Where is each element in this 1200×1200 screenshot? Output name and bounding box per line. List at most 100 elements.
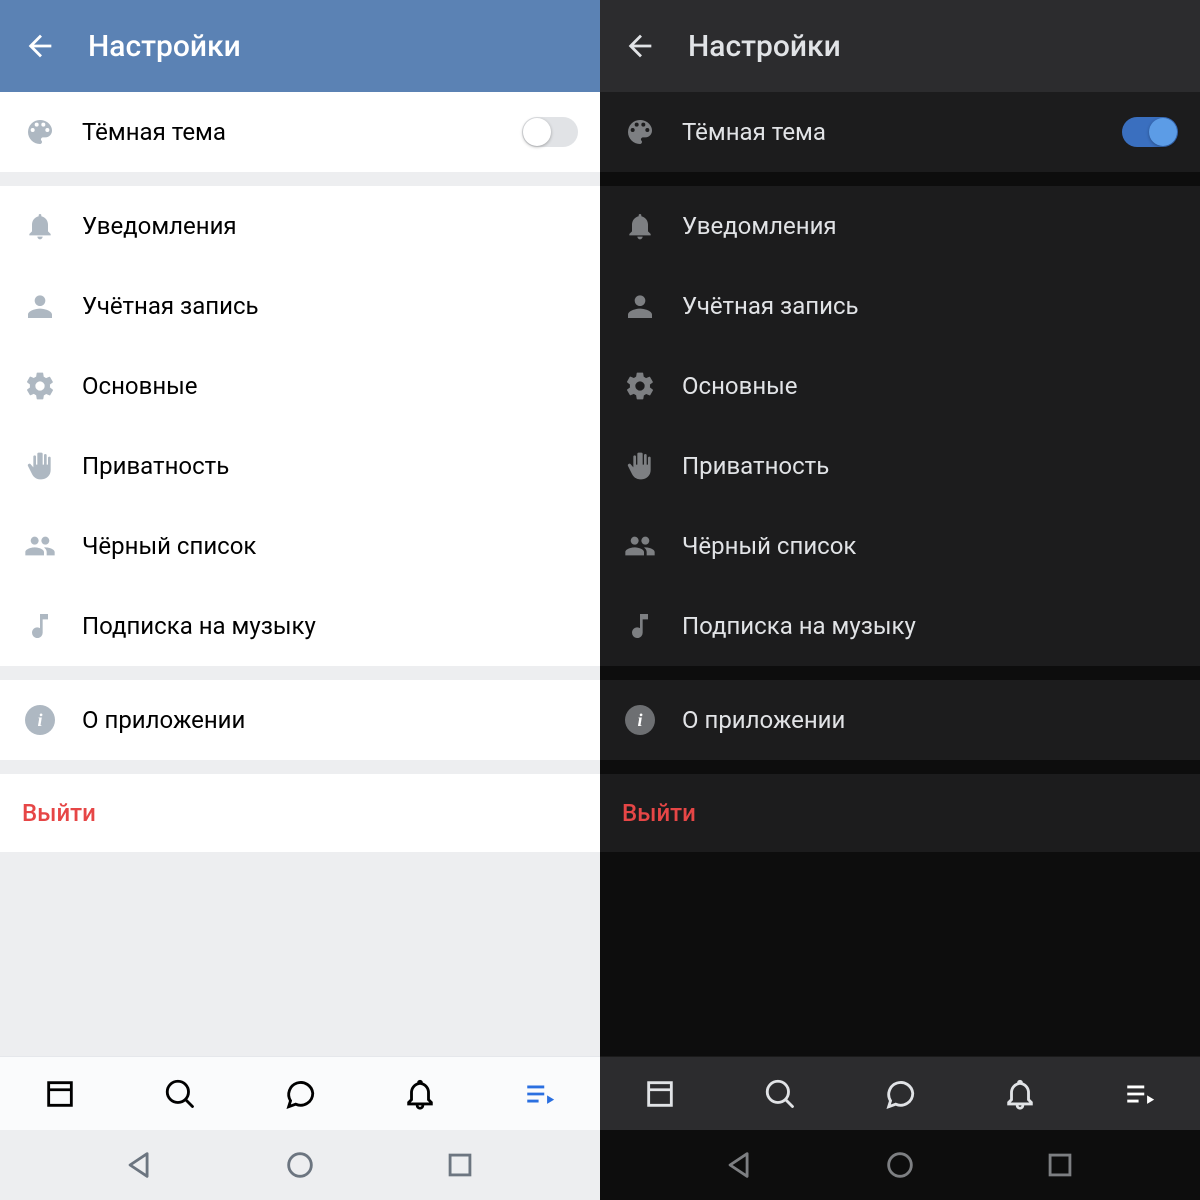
blacklist-label: Чёрный список <box>82 532 578 560</box>
privacy-row[interactable]: Приватность <box>600 426 1200 506</box>
menu-play-icon <box>1123 1077 1157 1111</box>
dark-theme-toggle[interactable] <box>1122 117 1178 147</box>
gear-icon <box>22 368 58 404</box>
notifications-row[interactable]: Уведомления <box>600 186 1200 266</box>
system-nav-bar <box>0 1130 600 1200</box>
music-icon <box>22 608 58 644</box>
account-row[interactable]: Учётная запись <box>0 266 600 346</box>
appbar: Настройки <box>0 0 600 92</box>
android-home[interactable] <box>878 1143 922 1187</box>
spacer <box>600 852 1200 1056</box>
feed-icon <box>43 1077 77 1111</box>
tab-menu[interactable] <box>1118 1072 1162 1116</box>
bell-outline-icon <box>1003 1077 1037 1111</box>
settings-panel-dark: Настройки Тёмная тема Уведомления Учётна… <box>600 0 1200 1200</box>
chat-icon <box>883 1077 917 1111</box>
privacy-label: Приватность <box>682 452 1178 480</box>
back-arrow-icon <box>623 29 657 63</box>
tab-messages[interactable] <box>278 1072 322 1116</box>
tab-search[interactable] <box>758 1072 802 1116</box>
notifications-label: Уведомления <box>82 212 578 240</box>
section-divider <box>600 172 1200 186</box>
music-label: Подписка на музыку <box>82 612 578 640</box>
back-button[interactable] <box>620 26 660 66</box>
dark-theme-label: Тёмная тема <box>82 118 498 146</box>
bell-icon <box>622 208 658 244</box>
section-divider <box>0 666 600 680</box>
tab-search[interactable] <box>158 1072 202 1116</box>
dark-theme-row[interactable]: Тёмная тема <box>600 92 1200 172</box>
back-button[interactable] <box>20 26 60 66</box>
blacklist-row[interactable]: Чёрный список <box>0 506 600 586</box>
notifications-row[interactable]: Уведомления <box>0 186 600 266</box>
general-row[interactable]: Основные <box>0 346 600 426</box>
settings-panel-light: Настройки Тёмная тема Уведомления Учётна… <box>0 0 600 1200</box>
bottom-tab-bar <box>600 1056 1200 1130</box>
tab-notifications[interactable] <box>398 1072 442 1116</box>
about-row[interactable]: i О приложении <box>0 680 600 760</box>
theme-section: Тёмная тема <box>600 92 1200 172</box>
search-icon <box>763 1077 797 1111</box>
account-label: Учётная запись <box>82 292 578 320</box>
page-title: Настройки <box>688 29 841 64</box>
gear-icon <box>622 368 658 404</box>
about-label: О приложении <box>682 706 1178 734</box>
about-row[interactable]: i О приложении <box>600 680 1200 760</box>
palette-icon <box>622 114 658 150</box>
chat-icon <box>283 1077 317 1111</box>
dark-theme-toggle[interactable] <box>522 117 578 147</box>
tab-menu[interactable] <box>518 1072 562 1116</box>
feed-icon <box>643 1077 677 1111</box>
info-icon: i <box>622 702 658 738</box>
account-label: Учётная запись <box>682 292 1178 320</box>
people-icon <box>622 528 658 564</box>
system-nav-bar <box>600 1130 1200 1200</box>
person-icon <box>22 288 58 324</box>
page-title: Настройки <box>88 29 241 64</box>
android-home[interactable] <box>278 1143 322 1187</box>
dark-theme-row[interactable]: Тёмная тема <box>0 92 600 172</box>
general-row[interactable]: Основные <box>600 346 1200 426</box>
android-back[interactable] <box>718 1143 762 1187</box>
bottom-tab-bar <box>0 1056 600 1130</box>
logout-label: Выйти <box>622 799 696 827</box>
logout-button[interactable]: Выйти <box>600 774 1200 852</box>
bell-icon <box>22 208 58 244</box>
android-back[interactable] <box>118 1143 162 1187</box>
tab-messages[interactable] <box>878 1072 922 1116</box>
theme-section: Тёмная тема <box>0 92 600 172</box>
hand-icon <box>22 448 58 484</box>
back-arrow-icon <box>23 29 57 63</box>
general-label: Основные <box>82 372 578 400</box>
blacklist-row[interactable]: Чёрный список <box>600 506 1200 586</box>
privacy-row[interactable]: Приватность <box>0 426 600 506</box>
dark-theme-label: Тёмная тема <box>682 118 1098 146</box>
menu-play-icon <box>523 1077 557 1111</box>
tab-feed[interactable] <box>638 1072 682 1116</box>
tab-notifications[interactable] <box>998 1072 1042 1116</box>
search-icon <box>163 1077 197 1111</box>
music-row[interactable]: Подписка на музыку <box>600 586 1200 666</box>
people-icon <box>22 528 58 564</box>
account-row[interactable]: Учётная запись <box>600 266 1200 346</box>
privacy-label: Приватность <box>82 452 578 480</box>
about-label: О приложении <box>82 706 578 734</box>
music-row[interactable]: Подписка на музыку <box>0 586 600 666</box>
music-icon <box>622 608 658 644</box>
section-divider <box>600 666 1200 680</box>
palette-icon <box>22 114 58 150</box>
appbar: Настройки <box>600 0 1200 92</box>
main-section: Уведомления Учётная запись Основные Прив… <box>0 186 600 666</box>
person-icon <box>622 288 658 324</box>
info-icon: i <box>22 702 58 738</box>
general-label: Основные <box>682 372 1178 400</box>
android-recents[interactable] <box>438 1143 482 1187</box>
android-recents[interactable] <box>1038 1143 1082 1187</box>
hand-icon <box>622 448 658 484</box>
notifications-label: Уведомления <box>682 212 1178 240</box>
tab-feed[interactable] <box>38 1072 82 1116</box>
about-section: i О приложении <box>600 680 1200 760</box>
logout-button[interactable]: Выйти <box>0 774 600 852</box>
section-divider <box>600 760 1200 774</box>
main-section: Уведомления Учётная запись Основные Прив… <box>600 186 1200 666</box>
